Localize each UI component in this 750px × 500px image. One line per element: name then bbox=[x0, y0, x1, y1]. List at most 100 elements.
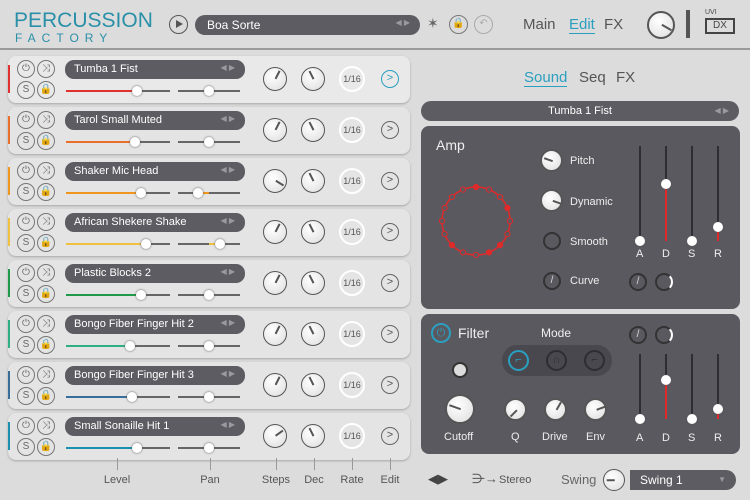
adsr-slider-a[interactable] bbox=[635, 146, 645, 246]
level-slider[interactable] bbox=[66, 188, 170, 198]
power-icon[interactable]: ⏻ bbox=[17, 417, 35, 435]
solo-button[interactable]: S bbox=[17, 183, 35, 201]
shuffle-icon[interactable]: ⤨ bbox=[37, 213, 55, 231]
steps-knob[interactable] bbox=[263, 271, 287, 295]
step-point[interactable] bbox=[506, 217, 514, 225]
solo-button[interactable]: S bbox=[17, 336, 35, 354]
step-point[interactable] bbox=[459, 186, 467, 193]
adsr-thumb[interactable] bbox=[635, 236, 645, 246]
step-point[interactable] bbox=[504, 204, 511, 212]
key-track-icon[interactable] bbox=[452, 362, 468, 378]
rate-selector[interactable]: 1/16 bbox=[339, 270, 365, 296]
level-thumb[interactable] bbox=[135, 188, 146, 198]
dec-knob[interactable] bbox=[301, 169, 325, 193]
pan-slider[interactable] bbox=[178, 188, 240, 198]
track-row[interactable]: ⏻ ⤨ S 🔒 Bongo Fiber Finger Hit 3 ◀ ▶ 1/16 > bbox=[8, 362, 410, 409]
adsr-thumb[interactable] bbox=[687, 236, 697, 246]
track-row[interactable]: ⏻ ⤨ S 🔒 African Shekere Shake ◀ ▶ 1/16 > bbox=[8, 209, 410, 256]
track-name-selector[interactable]: Small Sonaille Hit 1 ◀ ▶ bbox=[65, 417, 245, 436]
dec-knob[interactable] bbox=[301, 373, 325, 397]
sound-selector[interactable]: Tumba 1 Fist ◀ ▶ bbox=[421, 101, 739, 121]
track-row[interactable]: ⏻ ⤨ S 🔒 Tarol Small Muted ◀ ▶ 1/16 > bbox=[8, 107, 410, 154]
power-icon[interactable]: ⏻ bbox=[17, 60, 35, 78]
filter-release-curve-knob[interactable] bbox=[655, 326, 673, 344]
step-point[interactable] bbox=[448, 241, 456, 249]
power-icon[interactable]: ⏻ bbox=[17, 213, 35, 231]
bandpass-mode-button[interactable]: ∩ bbox=[546, 350, 567, 371]
cutoff-knob[interactable] bbox=[445, 394, 475, 424]
tab-fx-sound[interactable]: FX bbox=[616, 69, 635, 86]
shuffle-icon[interactable]: ⤨ bbox=[37, 111, 55, 129]
env-knob[interactable] bbox=[584, 398, 607, 421]
pan-thumb[interactable] bbox=[204, 290, 214, 300]
pan-thumb[interactable] bbox=[204, 86, 214, 96]
power-icon[interactable]: ⏻ bbox=[17, 315, 35, 333]
filter-power-icon[interactable]: ⏻ bbox=[431, 323, 451, 343]
level-thumb[interactable] bbox=[129, 137, 140, 147]
lock-icon[interactable]: 🔒 bbox=[37, 81, 55, 99]
amp-release-curve-knob[interactable] bbox=[655, 273, 673, 291]
edit-button[interactable]: > bbox=[381, 325, 399, 343]
solo-button[interactable]: S bbox=[17, 387, 35, 405]
pan-slider[interactable] bbox=[178, 239, 240, 249]
level-thumb[interactable] bbox=[125, 341, 136, 351]
rate-selector[interactable]: 1/16 bbox=[339, 372, 365, 398]
solo-button[interactable]: S bbox=[17, 285, 35, 303]
sound-arrows[interactable]: ◀ ▶ bbox=[714, 101, 729, 121]
shuffle-icon[interactable]: ⤨ bbox=[37, 366, 55, 384]
edit-button[interactable]: > bbox=[381, 70, 399, 88]
track-name-selector[interactable]: Tarol Small Muted ◀ ▶ bbox=[65, 111, 245, 130]
undo-icon[interactable]: ↶ bbox=[474, 15, 493, 34]
level-slider[interactable] bbox=[66, 290, 170, 300]
prev-next-arrows[interactable]: ◀ ▶ bbox=[220, 420, 235, 429]
prev-next-arrows[interactable]: ◀ ▶ bbox=[220, 267, 235, 276]
swing-knob[interactable] bbox=[603, 469, 625, 491]
step-point[interactable] bbox=[485, 186, 493, 193]
steps-knob[interactable] bbox=[263, 322, 287, 346]
adsr-thumb[interactable] bbox=[661, 375, 671, 385]
track-name-selector[interactable]: Plastic Blocks 2 ◀ ▶ bbox=[65, 264, 245, 283]
track-name-selector[interactable]: Bongo Fiber Finger Hit 2 ◀ ▶ bbox=[65, 315, 245, 334]
solo-button[interactable]: S bbox=[17, 234, 35, 252]
adsr-slider-s[interactable] bbox=[687, 146, 697, 246]
prev-next-arrows[interactable]: ◀ ▶ bbox=[220, 165, 235, 174]
dec-knob[interactable] bbox=[301, 271, 325, 295]
step-point[interactable] bbox=[472, 251, 480, 259]
preset-selector[interactable]: Boa Sorte ◀ ▶ bbox=[195, 15, 420, 35]
prev-next-track-arrows[interactable]: ◀▶ bbox=[428, 471, 448, 487]
smooth-knob[interactable] bbox=[543, 232, 561, 250]
step-point[interactable] bbox=[438, 217, 446, 225]
steps-knob[interactable] bbox=[263, 424, 287, 448]
solo-button[interactable]: S bbox=[17, 81, 35, 99]
adsr-thumb[interactable] bbox=[635, 414, 645, 424]
step-point[interactable] bbox=[448, 193, 456, 201]
lowpass-mode-button[interactable]: ⌐ bbox=[508, 350, 529, 371]
q-knob[interactable] bbox=[504, 398, 527, 421]
step-point[interactable] bbox=[496, 241, 504, 249]
steps-knob[interactable] bbox=[263, 169, 287, 193]
pan-slider[interactable] bbox=[178, 443, 240, 453]
steps-knob[interactable] bbox=[263, 67, 287, 91]
amp-step-ring[interactable] bbox=[436, 176, 516, 266]
prev-next-arrows[interactable]: ◀ ▶ bbox=[220, 318, 235, 327]
prev-next-arrows[interactable]: ◀ ▶ bbox=[220, 114, 235, 123]
pan-slider[interactable] bbox=[178, 290, 240, 300]
solo-button[interactable]: S bbox=[17, 132, 35, 150]
dec-knob[interactable] bbox=[301, 118, 325, 142]
step-point[interactable] bbox=[441, 204, 448, 212]
adsr-slider-d[interactable] bbox=[661, 354, 671, 419]
power-icon[interactable]: ⏻ bbox=[17, 264, 35, 282]
shuffle-icon[interactable]: ⤨ bbox=[37, 315, 55, 333]
tab-sound[interactable]: Sound bbox=[524, 69, 568, 87]
level-slider[interactable] bbox=[66, 392, 170, 402]
pan-thumb[interactable] bbox=[204, 341, 214, 351]
track-name-selector[interactable]: Shaker Mic Head ◀ ▶ bbox=[65, 162, 245, 181]
adsr-thumb[interactable] bbox=[713, 404, 723, 415]
step-point[interactable] bbox=[496, 193, 504, 201]
shuffle-icon[interactable]: ⤨ bbox=[37, 162, 55, 180]
prev-next-arrows[interactable]: ◀ ▶ bbox=[220, 63, 235, 72]
adsr-slider-r[interactable] bbox=[713, 146, 723, 241]
level-thumb[interactable] bbox=[131, 86, 142, 96]
dec-knob[interactable] bbox=[301, 220, 325, 244]
steps-knob[interactable] bbox=[263, 118, 287, 142]
